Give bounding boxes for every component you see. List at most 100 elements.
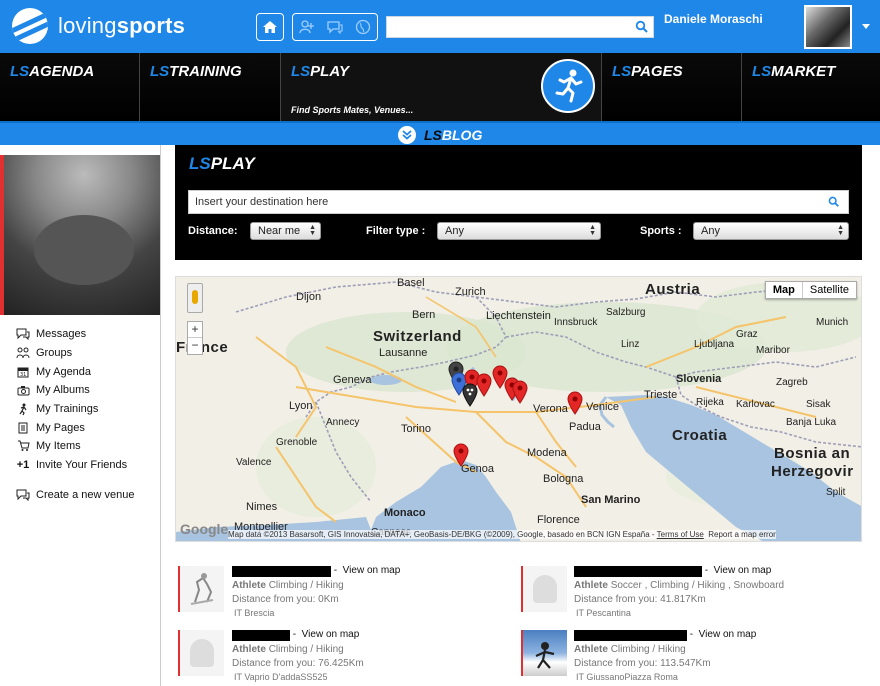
profile-picture[interactable]: [0, 155, 160, 315]
home-button[interactable]: [256, 13, 284, 41]
map-pin-red[interactable]: [567, 391, 583, 415]
street-view-pegman-icon[interactable]: [187, 283, 203, 313]
create-venue-link[interactable]: Create a new venue: [16, 489, 134, 502]
map-type-satellite-button[interactable]: Satellite: [803, 282, 856, 298]
map-pin-red[interactable]: [453, 443, 469, 467]
destination-input[interactable]: Insert your destination here: [188, 190, 849, 214]
result-avatar[interactable]: [521, 630, 567, 676]
view-on-map-link[interactable]: - View on map: [702, 565, 772, 576]
top-bar: lovingsports Daniele Moraschi: [0, 0, 880, 53]
result-location: IT Vaprio D'addaSS525: [234, 672, 328, 682]
view-on-map-link[interactable]: - View on map: [331, 565, 401, 576]
brand-logo[interactable]: lovingsports: [12, 8, 185, 44]
map-type-map-button[interactable]: Map: [766, 282, 803, 298]
groups-icon: [16, 347, 30, 359]
sidebar-item-label: My Pages: [36, 421, 85, 434]
nav-prefix: LS: [752, 63, 772, 80]
messages-icon: [16, 328, 30, 341]
sidebar: Messages Groups 31 My Agenda My Albums M…: [0, 145, 161, 686]
friend-requests-icon[interactable]: [297, 19, 317, 35]
nav-item-play[interactable]: LSPLAY Find Sports Mates, Venues...: [281, 53, 602, 121]
distance-select[interactable]: Near me ▲ ▼: [250, 222, 321, 240]
nav-label: PLAY: [310, 63, 350, 80]
map-report-link[interactable]: Report a map error: [708, 530, 776, 539]
world-notification-icon[interactable]: [353, 19, 373, 35]
result-location: IT GiussanoPiazza Roma: [576, 672, 678, 682]
result-role-sports: Athlete Soccer , Climbing / Hiking , Sno…: [574, 580, 785, 591]
map-label-padua: Padua: [569, 421, 601, 433]
map-label-salzburg: Salzburg: [606, 307, 646, 318]
result-distance: Distance from you: 76.425Km: [232, 658, 364, 669]
result-item: - View on map Athlete Climbing / Hiking …: [178, 565, 508, 622]
invite-icon: +1: [16, 459, 30, 472]
nav-item-market[interactable]: LSMARKET: [742, 53, 880, 121]
venues-map[interactable]: Austria Switzerland France Croatia Bosni…: [175, 276, 862, 542]
view-on-map-link[interactable]: - View on map: [687, 629, 757, 640]
zoom-out-button[interactable]: −: [188, 338, 202, 354]
sidebar-item-label: Messages: [36, 328, 87, 341]
result-avatar[interactable]: [521, 566, 567, 612]
user-avatar[interactable]: [804, 5, 852, 49]
sidebar-item-messages[interactable]: Messages: [16, 325, 127, 344]
lsplay-title: LSPLAY: [189, 154, 255, 173]
sidebar-item-items[interactable]: My Items: [16, 437, 127, 456]
user-menu-caret-icon[interactable]: [862, 24, 870, 29]
google-logo[interactable]: Google: [180, 521, 228, 537]
redacted-name: [574, 566, 702, 577]
map-pin-dark[interactable]: [462, 383, 478, 407]
select-arrows-icon: ▲ ▼: [309, 224, 316, 237]
sidebar-menu: Messages Groups 31 My Agenda My Albums M…: [16, 325, 127, 475]
lsplay-search-panel: LSPLAY Insert your destination here Dist…: [175, 145, 862, 260]
filter-type-value: Any: [445, 225, 464, 237]
sidebar-item-invite[interactable]: +1 Invite Your Friends: [16, 456, 127, 475]
result-avatar[interactable]: [178, 630, 224, 676]
map-label-bosnia-2: Herzegovir: [771, 463, 854, 480]
zoom-in-button[interactable]: +: [188, 322, 202, 338]
search-icon[interactable]: [635, 20, 649, 34]
filter-type-select[interactable]: Any ▲ ▼: [437, 222, 601, 240]
map-terms-link[interactable]: Terms of Use: [657, 530, 704, 539]
view-on-map-link[interactable]: - View on map: [290, 629, 360, 640]
search-icon[interactable]: [828, 196, 840, 208]
map-label-bologna: Bologna: [543, 473, 584, 485]
sports-select[interactable]: Any ▲ ▼: [693, 222, 849, 240]
map-label-valence: Valence: [236, 457, 272, 468]
nav-item-training[interactable]: LSTRAINING: [140, 53, 281, 121]
messages-notification-icon[interactable]: [325, 19, 345, 35]
sidebar-item-groups[interactable]: Groups: [16, 344, 127, 363]
result-avatar[interactable]: [178, 566, 224, 612]
sidebar-item-trainings[interactable]: My Trainings: [16, 400, 127, 419]
map-pin-red[interactable]: [512, 380, 528, 404]
user-name[interactable]: Daniele Moraschi: [664, 12, 763, 26]
redacted-name: [232, 566, 331, 577]
map-label-bern: Bern: [412, 309, 436, 321]
map-label-trieste: Trieste: [644, 389, 678, 401]
map-label-lyon: Lyon: [289, 400, 313, 412]
result-distance: Distance from you: 113.547Km: [574, 658, 711, 669]
sidebar-item-pages[interactable]: My Pages: [16, 418, 127, 437]
sidebar-item-albums[interactable]: My Albums: [16, 381, 127, 400]
map-type-control: Map Satellite: [764, 281, 857, 299]
sidebar-item-agenda[interactable]: 31 My Agenda: [16, 362, 127, 381]
map-label-slovenia: Slovenia: [676, 373, 722, 385]
app-root: lovingsports Daniele Moraschi LSAGENDA L…: [0, 0, 880, 686]
map-label-linz: Linz: [621, 339, 640, 350]
blog-bar[interactable]: LSBLOG: [0, 121, 880, 145]
global-search-input[interactable]: [386, 16, 654, 38]
map-label-zagreb: Zagreb: [776, 377, 808, 388]
map-label-innsbruck: Innsbruck: [554, 317, 598, 328]
select-arrows-icon: ▲ ▼: [837, 224, 844, 237]
nav-prefix: LS: [10, 63, 30, 80]
chevron-double-down-icon[interactable]: [398, 126, 416, 144]
map-label-munich: Munich: [816, 317, 849, 328]
nav-item-pages[interactable]: LSPAGES: [602, 53, 742, 121]
map-label-florence: Florence: [537, 514, 580, 526]
nav-item-agenda[interactable]: LSAGENDA: [0, 53, 140, 121]
map-label-ljubljana: Ljubljana: [694, 339, 735, 350]
nav-prefix: LS: [291, 63, 311, 80]
sidebar-item-label: Invite Your Friends: [36, 459, 128, 472]
map-label-split: Split: [826, 487, 846, 498]
blog-label[interactable]: LSBLOG: [424, 127, 482, 143]
map-pin-red[interactable]: [476, 373, 492, 397]
sidebar-item-label: My Agenda: [36, 365, 92, 378]
